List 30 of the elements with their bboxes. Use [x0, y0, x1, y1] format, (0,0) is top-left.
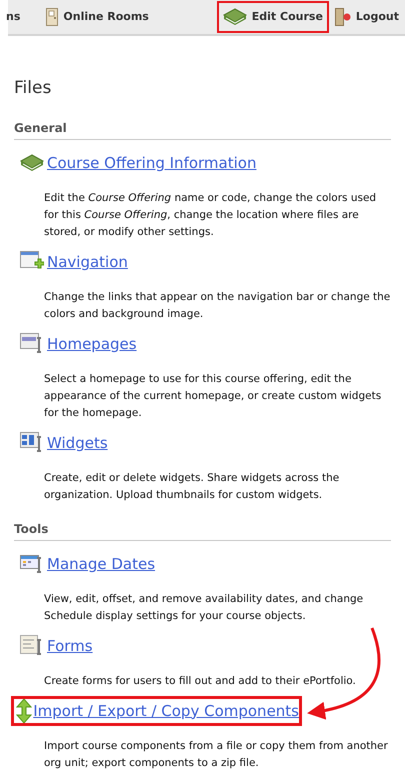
description-text: Create forms for users to fill out and add to their ePortfolio. [44, 674, 357, 689]
settings-link[interactable]: Manage Dates [47, 552, 156, 576]
widgets-wrench-icon [20, 432, 44, 454]
nav-link[interactable]: Logout [328, 1, 405, 33]
page-wrench-icon [20, 333, 44, 355]
form-wrench-icon [20, 635, 44, 657]
settings-link[interactable]: Import / Export / Copy Components [33, 700, 299, 722]
exit-door-icon [334, 8, 351, 26]
settings-link[interactable]: Homepages [47, 332, 137, 356]
settings-link[interactable]: Widgets [47, 432, 108, 454]
settings-link[interactable]: Navigation [47, 250, 128, 274]
up-down-arrow-icon [16, 699, 32, 723]
description-text: View, edit, offset, and remove availability dates, and change Schedule display settings for your course objects. [44, 592, 364, 624]
calendar-wrench-icon [20, 553, 44, 575]
section-heading: General [14, 120, 391, 140]
door-icon [46, 8, 58, 26]
nav-link[interactable]: Edit Course [216, 1, 329, 33]
description-text: Import course components from a file or copy them from another org unit; export components to a zip file. [44, 739, 389, 771]
description-text: Edit the Course Offering name or code, change the colors used for this Course Offering, change the location where files are stored, or modify other settings. [44, 191, 378, 240]
description-text: Select a homepage to use for this course offering, edit the appearance of the current homepage, or create custom widgets for the homepage. [44, 372, 382, 421]
nav-link[interactable]: Online Rooms [40, 1, 155, 33]
page-title: Files [14, 77, 52, 100]
description-text: Create, edit or delete widgets. Share widgets across the organization. Upload thumbnails for custom widgets. [44, 471, 340, 503]
description-text: Change the links that appear on the navigation bar or change the colors and background image. [44, 290, 391, 322]
book-icon [20, 154, 44, 172]
nav-link[interactable]: ns [0, 1, 26, 33]
settings-link[interactable]: Forms [47, 634, 93, 658]
book-icon [222, 8, 247, 26]
section-heading: Tools [14, 521, 391, 541]
settings-link[interactable]: Course Offering Information [47, 152, 256, 174]
